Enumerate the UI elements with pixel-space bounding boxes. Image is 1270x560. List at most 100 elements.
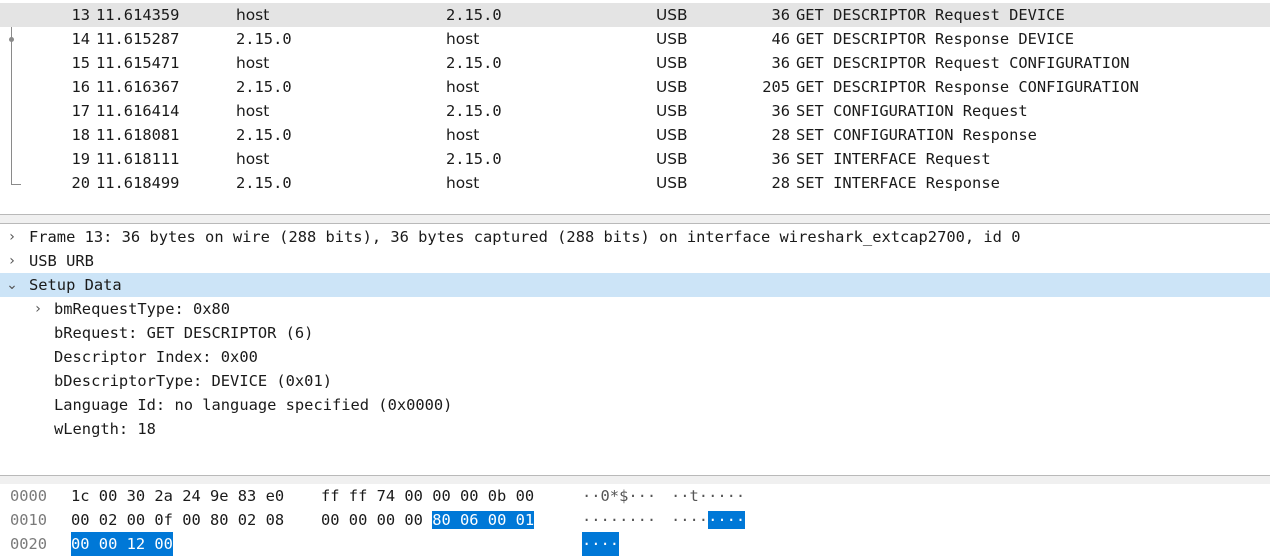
- tree-item-frame[interactable]: › Frame 13: 36 bytes on wire (288 bits),…: [0, 225, 1270, 249]
- packet-time: 11.615287: [96, 30, 180, 48]
- packet-info: SET CONFIGURATION Request: [796, 102, 1028, 120]
- packet-details-tree[interactable]: › Frame 13: 36 bytes on wire (288 bits),…: [0, 225, 1270, 475]
- tree-item-bdescriptortype[interactable]: bDescriptorType: DEVICE (0x01): [0, 369, 1270, 393]
- hex-row-0020: 0020 00 00 12 00 ····: [0, 532, 1270, 556]
- packet-destination: host: [446, 78, 480, 96]
- packet-info: SET CONFIGURATION Response: [796, 126, 1037, 144]
- packet-time: 11.614359: [96, 6, 180, 24]
- byte-offset: 0020: [10, 535, 48, 553]
- packet-source: host: [236, 150, 270, 168]
- packet-protocol: USB: [656, 102, 688, 120]
- packet-time: 11.616367: [96, 78, 180, 96]
- tree-item-bmrequesttype[interactable]: › bmRequestType: 0x80: [0, 297, 1270, 321]
- packet-source: host: [236, 6, 270, 24]
- packet-protocol: USB: [656, 6, 688, 24]
- packet-length: 28: [771, 174, 790, 192]
- tree-item-label: Frame 13: 36 bytes on wire (288 bits), 3…: [29, 228, 1021, 246]
- packet-row-18[interactable]: 18 11.618081 2.15.0 host USB 28 SET CONF…: [0, 123, 1270, 147]
- tree-item-label: Language Id: no language specified (0x00…: [54, 396, 453, 414]
- packet-row-19[interactable]: 19 11.618111 host 2.15.0 USB 36 SET INTE…: [0, 147, 1270, 171]
- byte-offset: 0000: [10, 487, 48, 505]
- packet-info: GET DESCRIPTOR Response DEVICE: [796, 30, 1074, 48]
- hex-bytes[interactable]: 1c 00 30 2a 24 9e 83 e0: [71, 484, 284, 508]
- tree-item-wlength[interactable]: wLength: 18: [0, 417, 1270, 441]
- packet-length: 205: [762, 78, 790, 96]
- packet-time: 11.618111: [96, 150, 180, 168]
- packet-info: SET INTERFACE Request: [796, 150, 991, 168]
- tree-item-label: wLength: 18: [54, 420, 156, 438]
- packet-source: 2.15.0: [236, 126, 292, 144]
- packet-source: 2.15.0: [236, 78, 292, 96]
- packet-destination: 2.15.0: [446, 150, 502, 168]
- packet-no: 16: [71, 78, 90, 96]
- tree-item-brequest[interactable]: bRequest: GET DESCRIPTOR (6): [0, 321, 1270, 345]
- packet-row-14[interactable]: 14 11.615287 2.15.0 host USB 46 GET DESC…: [0, 27, 1270, 51]
- packet-protocol: USB: [656, 174, 688, 192]
- packet-time: 11.618081: [96, 126, 180, 144]
- packet-no: 13: [71, 6, 90, 24]
- packet-destination: host: [446, 174, 480, 192]
- packet-length: 36: [771, 150, 790, 168]
- packet-no: 18: [71, 126, 90, 144]
- chevron-right-icon[interactable]: ›: [5, 249, 19, 273]
- chevron-down-icon[interactable]: ⌄: [5, 273, 19, 297]
- packet-source: 2.15.0: [236, 30, 292, 48]
- packet-info: SET INTERFACE Response: [796, 174, 1000, 192]
- tree-item-label: bRequest: GET DESCRIPTOR (6): [54, 324, 314, 342]
- hex-bytes-highlighted[interactable]: 00 00 12 00: [71, 532, 173, 556]
- packet-row-15[interactable]: 15 11.615471 host 2.15.0 USB 36 GET DESC…: [0, 51, 1270, 75]
- packet-no: 17: [71, 102, 90, 120]
- ascii-bytes[interactable]: ········: [671, 508, 746, 532]
- tree-item-descriptor-index[interactable]: Descriptor Index: 0x00: [0, 345, 1270, 369]
- packet-time: 11.618499: [96, 174, 180, 192]
- packet-no: 15: [71, 54, 90, 72]
- packet-source: 2.15.0: [236, 174, 292, 192]
- packet-no: 19: [71, 150, 90, 168]
- packet-length: 36: [771, 6, 790, 24]
- packet-length: 36: [771, 102, 790, 120]
- tree-item-label: USB URB: [29, 252, 94, 270]
- hex-row-0000: 0000 1c 00 30 2a 24 9e 83 e0 ff ff 74 00…: [0, 484, 1270, 508]
- packet-row-20[interactable]: 20 11.618499 2.15.0 host USB 28 SET INTE…: [0, 171, 1270, 195]
- packet-destination: host: [446, 126, 480, 144]
- chevron-right-icon[interactable]: ›: [31, 297, 45, 321]
- tree-item-label: bmRequestType: 0x80: [54, 300, 231, 318]
- packet-source: host: [236, 102, 270, 120]
- packet-info: GET DESCRIPTOR Request DEVICE: [796, 6, 1065, 24]
- packet-list[interactable]: 13 11.614359 host 2.15.0 USB 36 GET DESC…: [0, 0, 1270, 214]
- ascii-bytes[interactable]: ········: [582, 508, 656, 532]
- chevron-right-icon[interactable]: ›: [5, 225, 19, 249]
- packet-time: 11.615471: [96, 54, 180, 72]
- packet-info: GET DESCRIPTOR Response CONFIGURATION: [796, 78, 1139, 96]
- pane-splitter-top[interactable]: [0, 214, 1270, 224]
- packet-row-16[interactable]: 16 11.616367 2.15.0 host USB 205 GET DES…: [0, 75, 1270, 99]
- packet-no: 20: [71, 174, 90, 192]
- ascii-highlighted: ····: [708, 511, 746, 529]
- packet-protocol: USB: [656, 126, 688, 144]
- tree-item-language-id[interactable]: Language Id: no language specified (0x00…: [0, 393, 1270, 417]
- packet-row-13[interactable]: 13 11.614359 host 2.15.0 USB 36 GET DESC…: [0, 3, 1270, 27]
- tree-item-label: Descriptor Index: 0x00: [54, 348, 258, 366]
- hex-bytes[interactable]: 00 00 00 00 80 06 00 01: [321, 508, 535, 532]
- tree-item-usb-urb[interactable]: › USB URB: [0, 249, 1270, 273]
- byte-offset: 0010: [10, 511, 48, 529]
- tree-item-label: bDescriptorType: DEVICE (0x01): [54, 372, 332, 390]
- ascii-bytes[interactable]: ··0*$···: [582, 484, 656, 508]
- packet-length: 46: [771, 30, 790, 48]
- packet-destination: 2.15.0: [446, 6, 502, 24]
- hex-bytes-plain: 00 00 00 00: [321, 511, 433, 529]
- packet-length: 36: [771, 54, 790, 72]
- packet-time: 11.616414: [96, 102, 180, 120]
- packet-info: GET DESCRIPTOR Request CONFIGURATION: [796, 54, 1130, 72]
- ascii-highlighted[interactable]: ····: [582, 532, 620, 556]
- packet-row-17[interactable]: 17 11.616414 host 2.15.0 USB 36 SET CONF…: [0, 99, 1270, 123]
- hex-bytes[interactable]: ff ff 74 00 00 00 0b 00: [321, 484, 534, 508]
- ascii-plain: ····: [671, 511, 709, 529]
- tree-item-setup-data[interactable]: ⌄ Setup Data: [0, 273, 1270, 297]
- ascii-bytes[interactable]: ··t·····: [671, 484, 745, 508]
- hex-bytes[interactable]: 00 02 00 0f 00 80 02 08: [71, 508, 284, 532]
- packet-protocol: USB: [656, 150, 688, 168]
- packet-bytes-pane[interactable]: 0000 1c 00 30 2a 24 9e 83 e0 ff ff 74 00…: [0, 484, 1270, 560]
- tree-item-label: Setup Data: [29, 276, 122, 294]
- packet-protocol: USB: [656, 54, 688, 72]
